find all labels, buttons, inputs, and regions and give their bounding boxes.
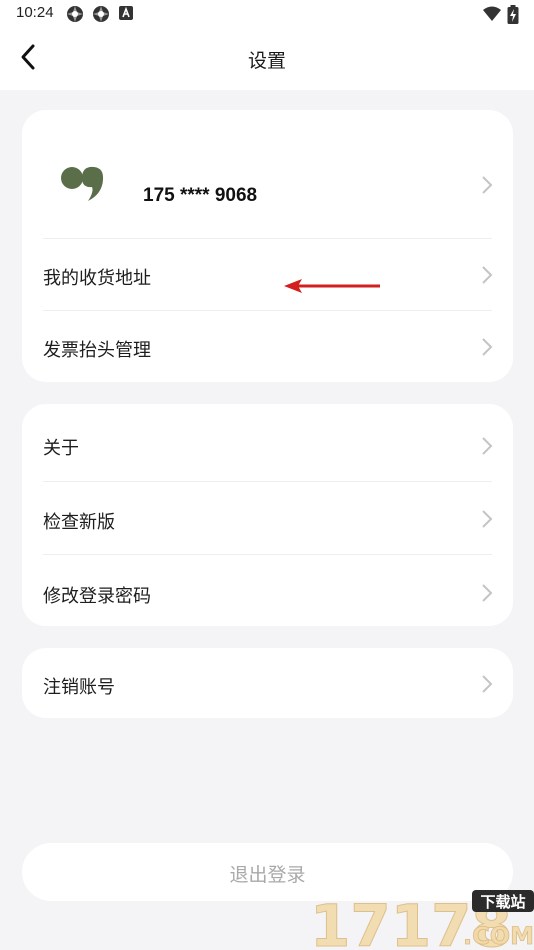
chevron-right-icon — [482, 675, 493, 693]
top-bar: 10:24 设置 — [0, 0, 534, 90]
account-card: 175 **** 9068 我的收货地址 发票抬头管理 — [22, 110, 513, 382]
settings-item-about[interactable]: 关于 — [22, 404, 513, 478]
settings-item-label: 检查新版 — [43, 512, 115, 533]
battery-charging-icon — [507, 5, 519, 24]
watermark-logo: 17178 下载站 .COM — [310, 890, 534, 950]
settings-item-delete-account[interactable]: 注销账号 — [22, 648, 513, 718]
settings-item-address[interactable]: 我的收货地址 — [22, 239, 513, 310]
profile-row[interactable]: 175 **** 9068 — [22, 110, 513, 238]
settings-item-label: 发票抬头管理 — [43, 340, 151, 361]
phone-number: 175 **** 9068 — [143, 185, 258, 206]
annotation-arrow-icon — [284, 279, 380, 293]
svg-text:.COM: .COM — [463, 922, 534, 950]
avatar — [61, 166, 104, 201]
settings-item-check-update[interactable]: 检查新版 — [22, 482, 513, 554]
settings-item-change-password[interactable]: 修改登录密码 — [22, 555, 513, 626]
chevron-right-icon — [482, 437, 493, 455]
app-notification-icon — [67, 6, 83, 22]
chevron-right-icon — [482, 176, 493, 194]
account-deletion-card: 注销账号 — [22, 648, 513, 718]
a-notification-icon — [119, 6, 133, 20]
status-time: 10:24 — [16, 4, 54, 21]
settings-item-label: 注销账号 — [43, 677, 115, 698]
status-bar: 10:24 — [0, 0, 534, 28]
settings-item-label: 修改登录密码 — [43, 586, 151, 607]
nav-bar: 设置 — [0, 28, 534, 88]
settings-item-invoice[interactable]: 发票抬头管理 — [22, 311, 513, 382]
chevron-right-icon — [482, 510, 493, 528]
chevron-right-icon — [482, 584, 493, 602]
chevron-right-icon — [482, 338, 493, 356]
app-settings-card: 关于 检查新版 修改登录密码 — [22, 404, 513, 626]
wifi-icon — [483, 6, 501, 21]
logout-label: 退出登录 — [229, 864, 306, 886]
svg-text:下载站: 下载站 — [480, 893, 525, 911]
settings-item-label: 关于 — [43, 438, 79, 459]
settings-item-label: 我的收货地址 — [43, 268, 151, 289]
page-title: 设置 — [247, 50, 286, 72]
chevron-right-icon — [482, 266, 493, 284]
app-notification-icon-2 — [93, 6, 109, 22]
